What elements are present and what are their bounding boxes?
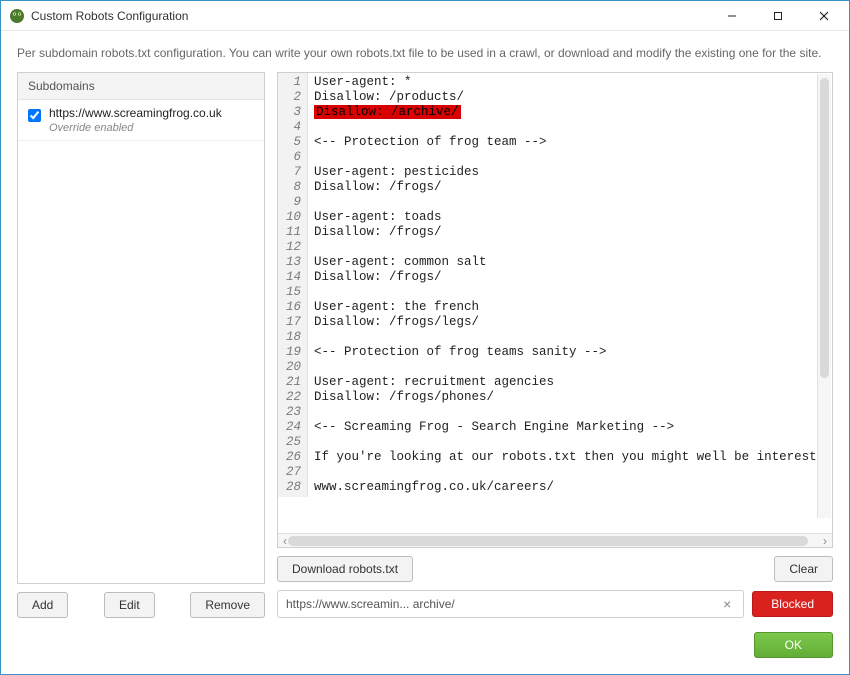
scrollbar-thumb[interactable] [820, 78, 829, 378]
maximize-button[interactable] [755, 2, 801, 30]
test-url-input[interactable]: https://www.screamin... archive/ × [277, 590, 744, 618]
window-controls [709, 2, 847, 30]
vertical-scrollbar[interactable] [817, 74, 831, 518]
clear-input-icon[interactable]: × [719, 596, 735, 612]
robots-editor: 1234567891011121314151617181920212223242… [277, 72, 833, 548]
clear-button[interactable]: Clear [774, 556, 833, 582]
editor-container: 1234567891011121314151617181920212223242… [278, 73, 832, 533]
download-robots-button[interactable]: Download robots.txt [277, 556, 413, 582]
subdomains-list[interactable]: https://www.screamingfrog.co.uk Override… [18, 100, 264, 583]
footer: OK [17, 628, 833, 658]
subdomain-status: Override enabled [49, 122, 222, 134]
line-gutter: 1234567891011121314151617181920212223242… [278, 73, 308, 497]
test-url-value: https://www.screamin... archive/ [286, 597, 719, 611]
subdomain-row[interactable]: https://www.screamingfrog.co.uk Override… [18, 100, 264, 141]
scroll-right-icon[interactable]: › [818, 534, 832, 548]
editor-buttons: Download robots.txt Clear [277, 556, 833, 582]
close-button[interactable] [801, 2, 847, 30]
blocked-badge: Blocked [752, 591, 833, 617]
horizontal-scrollbar[interactable]: ‹ › [278, 533, 832, 547]
subdomain-url: https://www.screamingfrog.co.uk [49, 106, 222, 120]
edit-button[interactable]: Edit [104, 592, 155, 618]
test-url-row: https://www.screamin... archive/ × Block… [277, 590, 833, 618]
panels: Subdomains https://www.screamingfrog.co.… [17, 72, 833, 618]
left-buttons: Add Edit Remove [17, 592, 265, 618]
left-panel: Subdomains https://www.screamingfrog.co.… [17, 72, 265, 618]
editor-scroll[interactable]: 1234567891011121314151617181920212223242… [278, 73, 832, 497]
right-panel: 1234567891011121314151617181920212223242… [277, 72, 833, 618]
minimize-button[interactable] [709, 2, 755, 30]
app-icon [9, 8, 25, 24]
ok-button[interactable]: OK [754, 632, 833, 658]
description-text: Per subdomain robots.txt configuration. … [17, 45, 833, 62]
scrollbar-thumb[interactable] [288, 536, 808, 546]
window-title: Custom Robots Configuration [31, 9, 709, 23]
subdomains-header: Subdomains [18, 73, 264, 100]
add-button[interactable]: Add [17, 592, 68, 618]
remove-button[interactable]: Remove [190, 592, 265, 618]
content-area: Per subdomain robots.txt configuration. … [1, 31, 849, 674]
subdomain-checkbox[interactable] [28, 109, 41, 122]
dialog-window: Custom Robots Configuration Per subdomai… [0, 0, 850, 675]
titlebar: Custom Robots Configuration [1, 1, 849, 31]
code-area[interactable]: User-agent: *Disallow: /products/Disallo… [308, 73, 832, 497]
subdomains-box: Subdomains https://www.screamingfrog.co.… [17, 72, 265, 584]
subdomain-meta: https://www.screamingfrog.co.uk Override… [49, 106, 222, 134]
